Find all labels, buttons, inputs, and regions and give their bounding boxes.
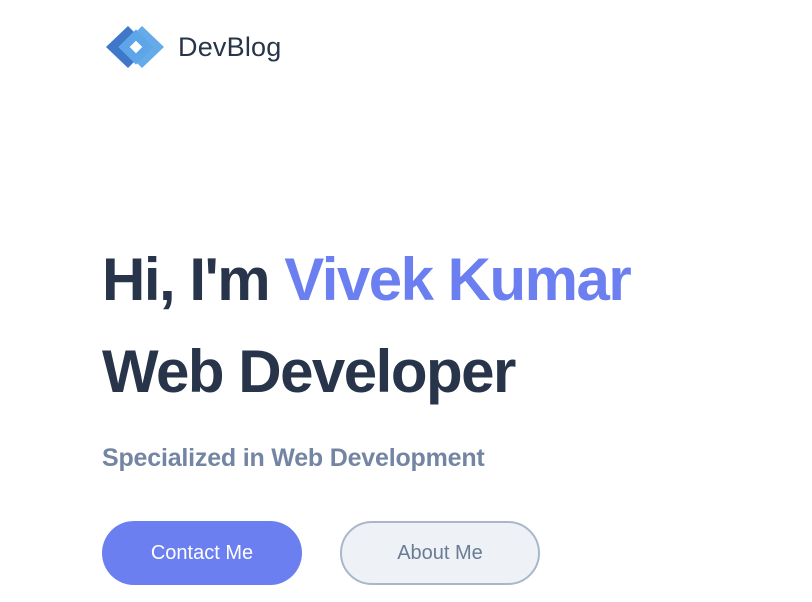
- hero-subtitle: Specialized in Web Development: [102, 444, 485, 472]
- diamond-chain-logo-icon[interactable]: [102, 22, 168, 72]
- hero-headline: Hi, I'm Vivek Kumar Web Developer: [102, 234, 792, 418]
- hero-actions: Contact Me About Me: [102, 521, 540, 585]
- site-header: DevBlog: [102, 22, 281, 72]
- hero-role: Web Developer: [102, 338, 516, 405]
- greeting-text: Hi, I'm: [102, 246, 285, 313]
- contact-me-button[interactable]: Contact Me: [102, 521, 302, 585]
- site-brand-name[interactable]: DevBlog: [178, 32, 281, 63]
- about-me-button[interactable]: About Me: [340, 521, 540, 585]
- hero-section: Hi, I'm Vivek Kumar Web Developer Specia…: [102, 234, 792, 473]
- hero-name: Vivek Kumar: [284, 246, 631, 313]
